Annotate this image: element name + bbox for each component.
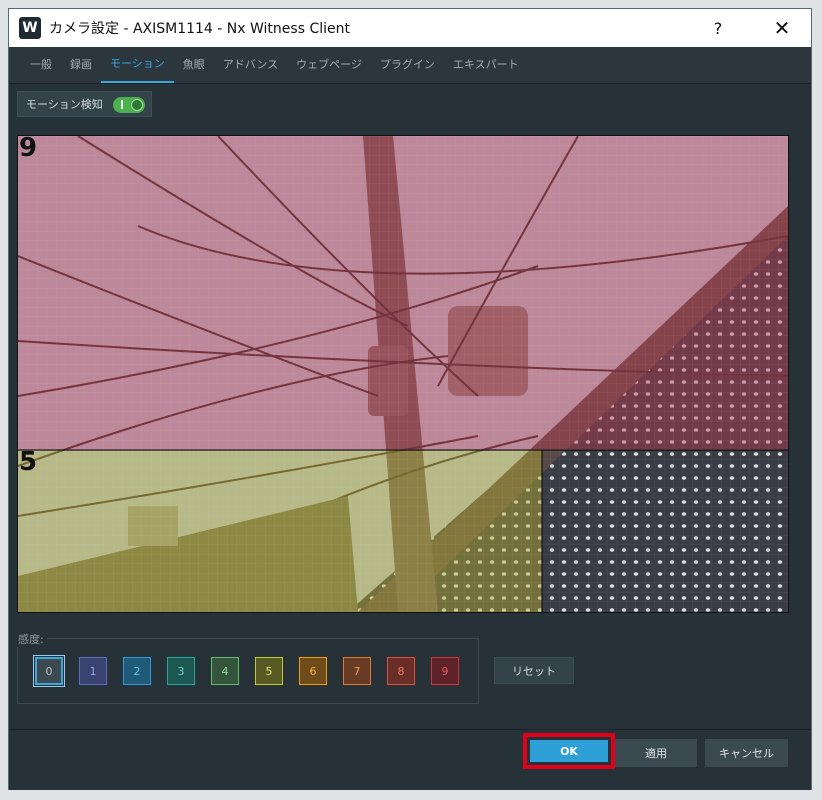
sensitivity-1-button[interactable]: 1 bbox=[79, 657, 107, 685]
tab-bar: 一般 録画 モーション 魚眼 アドバンス ウェブページ プラグイン エキスパート bbox=[9, 47, 811, 84]
tab-motion[interactable]: モーション bbox=[101, 47, 174, 83]
tab-fisheye[interactable]: 魚眼 bbox=[174, 47, 214, 83]
motion-detection-switch[interactable] bbox=[113, 97, 145, 113]
cancel-button[interactable]: キャンセル bbox=[705, 739, 788, 767]
sensitivity-5-button[interactable]: 5 bbox=[255, 657, 283, 685]
sensitivity-7-button[interactable]: 7 bbox=[343, 657, 371, 685]
tab-web-page[interactable]: ウェブページ bbox=[287, 47, 371, 83]
sensitivity-3-button[interactable]: 3 bbox=[167, 657, 195, 685]
tab-advanced[interactable]: アドバンス bbox=[214, 47, 287, 83]
switch-on-mark bbox=[121, 100, 123, 109]
sensitivity-6-button[interactable]: 6 bbox=[299, 657, 327, 685]
sensitivity-9-button[interactable]: 9 bbox=[431, 657, 459, 685]
reset-button[interactable]: リセット bbox=[494, 657, 574, 684]
tab-plugins[interactable]: プラグイン bbox=[371, 47, 444, 83]
tab-expert[interactable]: エキスパート bbox=[444, 47, 528, 83]
apply-button[interactable]: 適用 bbox=[615, 739, 697, 767]
motion-detection-toggle-box: モーション検知 bbox=[17, 91, 152, 117]
tab-general[interactable]: 一般 bbox=[9, 47, 61, 83]
motion-detection-label: モーション検知 bbox=[26, 98, 103, 111]
region-label-5: 5 bbox=[19, 447, 38, 477]
camera-motion-grid[interactable]: 9 5 bbox=[17, 135, 789, 613]
help-button[interactable]: ? bbox=[695, 9, 741, 47]
app-icon: W bbox=[19, 17, 41, 39]
camera-image bbox=[18, 136, 788, 612]
tab-recording[interactable]: 録画 bbox=[61, 47, 101, 83]
switch-knob bbox=[131, 99, 143, 111]
sensitivity-2-button[interactable]: 2 bbox=[123, 657, 151, 685]
sensitivity-title: 感度: bbox=[15, 631, 47, 647]
close-button[interactable]: ✕ bbox=[759, 9, 805, 47]
ok-button[interactable]: OK bbox=[530, 740, 608, 762]
window-title: カメラ設定 - AXISM1114 - Nx Witness Client bbox=[49, 21, 350, 37]
region-label-9: 9 bbox=[19, 135, 38, 163]
sensitivity-4-button[interactable]: 4 bbox=[211, 657, 239, 685]
sensitivity-0-button[interactable]: 0 bbox=[33, 655, 65, 687]
sensitivity-8-button[interactable]: 8 bbox=[387, 657, 415, 685]
title-bar: W カメラ設定 - AXISM1114 - Nx Witness Client … bbox=[9, 9, 811, 47]
